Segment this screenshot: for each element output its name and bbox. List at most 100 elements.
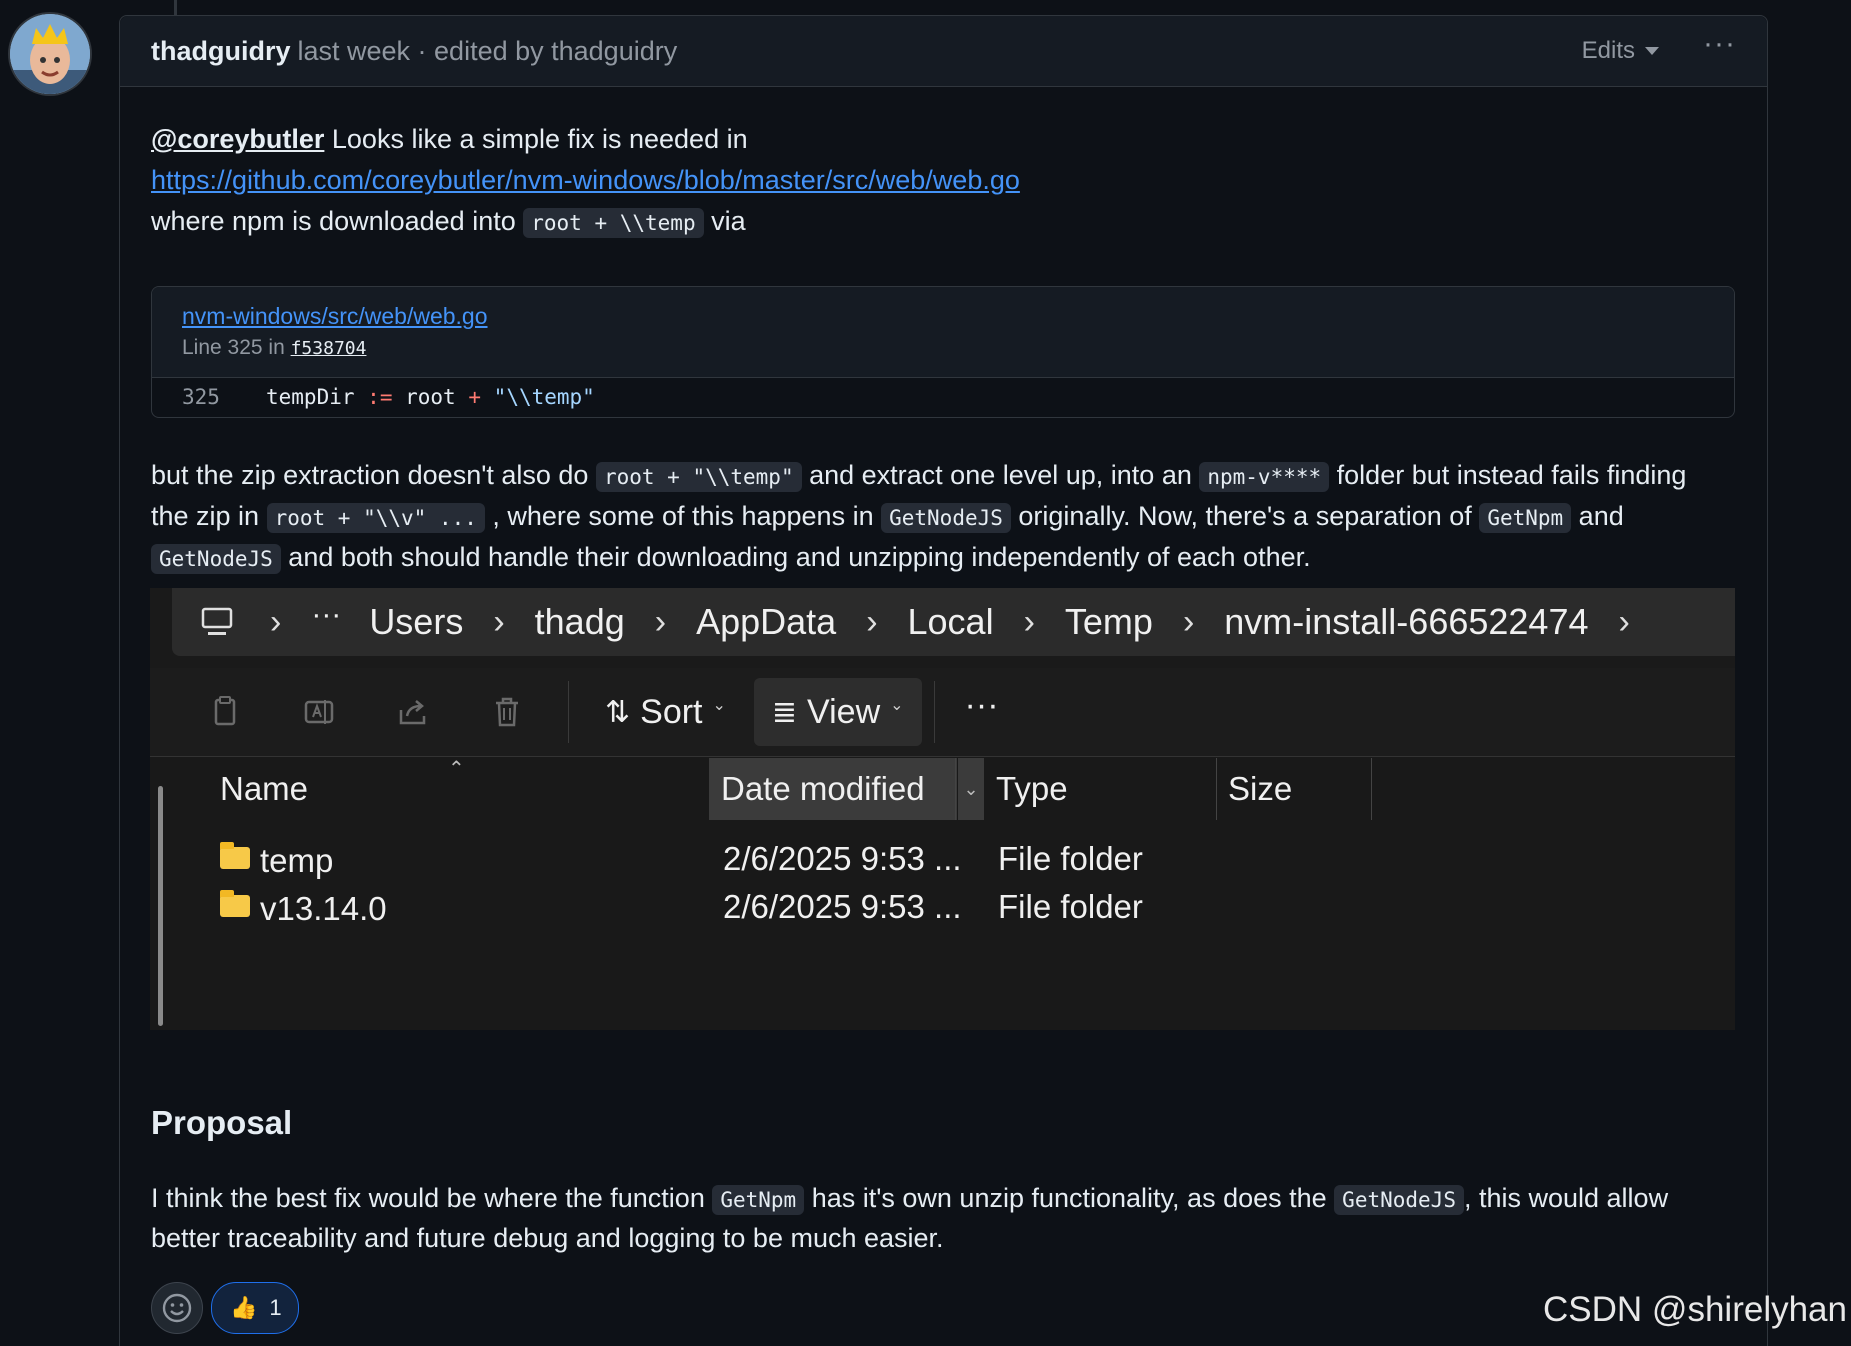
file-name: v13.14.0 [260, 890, 387, 927]
source-link[interactable]: https://github.com/coreybutler/nvm-windo… [151, 165, 1020, 195]
computer-icon [200, 607, 234, 637]
commit-sha-link[interactable]: f538704 [291, 338, 367, 359]
column-divider[interactable] [955, 758, 956, 820]
file-date: 2/6/2025 9:53 ... [723, 840, 962, 877]
chevron-right-icon: › [493, 602, 505, 641]
mention-link[interactable]: @coreybutler [151, 124, 324, 154]
permalink-file-link[interactable]: nvm-windows/src/web/web.go [182, 303, 1704, 330]
column-header-name[interactable]: Name [208, 758, 620, 820]
toolbar-divider [568, 681, 569, 743]
code-operator: := [367, 385, 393, 409]
view-icon: ≣ [771, 695, 798, 729]
explorer-toolbar: ⇅ Sort ⌄ ≣ View ⌄ ··· [150, 668, 1735, 757]
para2-line-1: but the zip extraction doesn't also do r… [151, 455, 1686, 498]
intro-text-3a: where npm is downloaded into [151, 206, 524, 236]
column-header-date[interactable]: Date modified [709, 758, 957, 820]
chevron-down-icon: ⌄ [890, 697, 904, 714]
more-icon[interactable]: ··· [965, 686, 999, 725]
proposal-heading: Proposal [151, 1104, 293, 1141]
reactions-bar: 👍 1 [151, 1282, 299, 1334]
code-ident: tempDir [266, 385, 355, 409]
breadcrumb-more-icon[interactable]: ··· [311, 598, 341, 632]
rename-icon[interactable] [302, 695, 336, 729]
page: thadguidry last week · edited by thadgui… [0, 0, 1851, 1346]
breadcrumb-item[interactable]: AppData [696, 601, 836, 643]
column-divider[interactable] [1371, 758, 1372, 820]
breadcrumb-item[interactable]: Local [908, 601, 994, 643]
scrollbar[interactable] [158, 786, 163, 1026]
para2-text: folder but instead fails finding [1329, 460, 1687, 490]
proposal-text: better traceability and future debug and… [151, 1223, 944, 1253]
para2-text: originally. Now, there's a separation of [1010, 501, 1480, 531]
para2-line-2: the zip in root + "\\v" ... , where some… [151, 496, 1624, 539]
delete-icon[interactable] [490, 695, 524, 729]
chevron-down-icon: ⌄ [712, 697, 726, 714]
para2-text: and both should handle their downloading… [280, 542, 1311, 572]
file-type: File folder [998, 888, 1143, 925]
column-header-size[interactable]: Size [1216, 758, 1371, 820]
code-permalink: nvm-windows/src/web/web.go Line 325 in f… [151, 286, 1735, 418]
proposal-text: , this would allow [1463, 1183, 1669, 1213]
author-name[interactable]: thadguidry [151, 36, 291, 67]
code-string: "\\temp" [493, 385, 595, 409]
breadcrumb-item[interactable]: Users [369, 601, 463, 643]
file-type: File folder [998, 840, 1143, 877]
inline-code: GetNodeJS [1334, 1185, 1464, 1215]
inline-code: GetNodeJS [151, 544, 281, 574]
para2-text: and [1571, 501, 1624, 531]
share-icon[interactable] [396, 695, 430, 729]
inline-code: root + "\\temp" [595, 462, 802, 492]
chevron-right-icon: › [654, 602, 667, 641]
column-dropdown-icon[interactable]: ⌄ [958, 758, 984, 820]
view-button[interactable]: ≣ View ⌄ [753, 678, 922, 746]
inline-code: GetNodeJS [881, 503, 1011, 533]
inline-code: npm-v**** [1199, 462, 1330, 492]
breadcrumb-item[interactable]: nvm-install-666522474 [1224, 601, 1588, 643]
chevron-right-icon: › [1182, 602, 1195, 641]
column-header-date-label: Date modified [721, 770, 925, 807]
proposal-line-1: I think the best fix would be where the … [151, 1178, 1668, 1221]
edits-dropdown[interactable]: Edits [1581, 37, 1660, 65]
intro-line-3: where npm is downloaded into root + \\te… [151, 201, 746, 244]
more-options-icon[interactable]: ··· [1703, 29, 1736, 59]
permalink-header: nvm-windows/src/web/web.go Line 325 in f… [152, 287, 1734, 378]
inline-code: root + "\\v" ... [266, 503, 485, 533]
proposal-line-2: better traceability and future debug and… [151, 1218, 944, 1259]
proposal-text: I think the best fix would be where the … [151, 1183, 713, 1213]
sort-label: Sort [640, 692, 703, 731]
edits-label: Edits [1581, 37, 1636, 64]
inline-code: root + \\temp [523, 208, 704, 238]
permalink-line-label: Line 325 in [182, 336, 291, 359]
chevron-right-icon: › [1023, 602, 1035, 641]
code-ident-root: root [405, 385, 456, 409]
code-content: tempDir := root + "\\temp" [266, 385, 595, 409]
watermark: CSDN @shirelyhan [1543, 1290, 1847, 1329]
view-label: View [807, 692, 881, 731]
avatar[interactable] [10, 14, 90, 94]
address-strip: › ··· Users › thadg › AppData › Local › … [150, 588, 1735, 668]
avatar-image [10, 14, 90, 94]
column-header-type[interactable]: Type [984, 758, 1214, 820]
explorer-screenshot: › ··· Users › thadg › AppData › Local › … [150, 588, 1735, 1030]
thumbs-up-icon: 👍 [230, 1295, 258, 1320]
folder-icon [220, 890, 250, 917]
thumbs-up-reaction[interactable]: 👍 1 [211, 1282, 299, 1334]
comment-header: thadguidry last week · edited by thadgui… [120, 16, 1767, 87]
inline-code: GetNpm [712, 1185, 805, 1215]
chevron-right-icon: › [1618, 602, 1630, 641]
comment-meta[interactable]: last week · edited by thadguidry [298, 36, 678, 67]
address-bar[interactable]: › ··· Users › thadg › AppData › Local › … [172, 588, 1735, 656]
para2-text: but the zip extraction doesn't also do [151, 460, 596, 490]
add-reaction-button[interactable] [151, 1282, 203, 1334]
copy-icon[interactable] [208, 695, 242, 729]
chevron-right-icon: › [866, 602, 878, 641]
sort-button[interactable]: ⇅ Sort ⌄ [587, 678, 744, 746]
code-line: 325 tempDir := root + "\\temp" [152, 378, 1734, 416]
sort-icon: ⇅ [605, 695, 631, 729]
line-number[interactable]: 325 [152, 385, 252, 409]
breadcrumb-item[interactable]: Temp [1065, 601, 1153, 643]
code-plus: + [468, 385, 482, 409]
inline-code: GetNpm [1479, 503, 1572, 533]
para2-text: the zip in [151, 501, 267, 531]
breadcrumb-item[interactable]: thadg [535, 601, 625, 643]
